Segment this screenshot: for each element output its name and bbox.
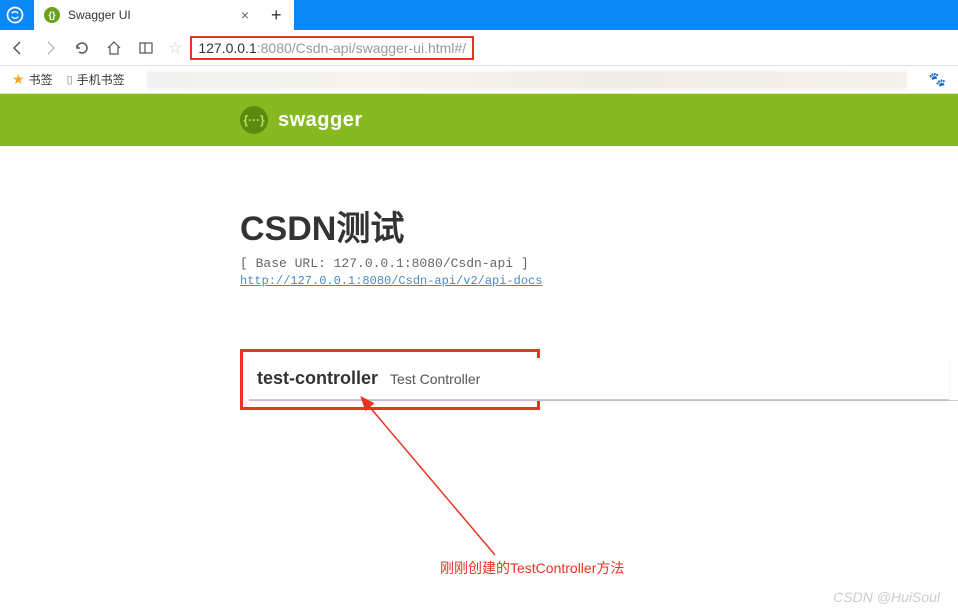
controller-section: test-controller Test Controller: [240, 349, 958, 410]
controller-highlight-box: test-controller Test Controller: [240, 349, 540, 410]
new-tab-button[interactable]: +: [259, 0, 294, 30]
blurred-bookmarks: [147, 71, 907, 89]
tab-favicon-icon: {}: [44, 7, 60, 23]
forward-button[interactable]: [40, 38, 60, 58]
main-content: CSDN测试 [ Base URL: 127.0.0.1:8080/Csdn-a…: [0, 146, 958, 410]
panel-button[interactable]: [136, 38, 156, 58]
bookmark-bar: ★ 书签 ▯ 手机书签 🐾: [0, 66, 958, 94]
api-docs-link[interactable]: http://127.0.0.1:8080/Csdn-api/v2/api-do…: [240, 274, 542, 288]
reload-button[interactable]: [72, 38, 92, 58]
url-path: /Csdn-api/swagger-ui.html#/: [292, 40, 466, 56]
star-icon: ★: [12, 71, 25, 88]
url-highlight-box: 127.0.0.1:8080/Csdn-api/swagger-ui.html#…: [190, 36, 474, 60]
swagger-logo-icon: {···}: [240, 106, 268, 134]
base-url: [ Base URL: 127.0.0.1:8080/Csdn-api ]: [240, 256, 958, 271]
watermark: CSDN @HuiSoul: [833, 589, 940, 605]
home-button[interactable]: [104, 38, 124, 58]
mobile-bookmark-label: 手机书签: [77, 71, 125, 88]
app-icon: [0, 0, 30, 30]
mobile-bookmark[interactable]: ▯ 手机书签: [67, 71, 125, 88]
api-title: CSDN测试: [240, 201, 958, 250]
favorite-star-icon[interactable]: ☆: [168, 38, 182, 58]
phone-icon: ▯: [67, 73, 73, 86]
url-port: :8080: [257, 40, 292, 56]
controller-row[interactable]: test-controller Test Controller: [249, 358, 949, 400]
address-bar[interactable]: ☆ 127.0.0.1:8080/Csdn-api/swagger-ui.htm…: [168, 36, 950, 60]
back-button[interactable]: [8, 38, 28, 58]
tab-close-icon[interactable]: ×: [241, 7, 249, 23]
nav-bar: ☆ 127.0.0.1:8080/Csdn-api/swagger-ui.htm…: [0, 30, 958, 66]
tab-title: Swagger UI: [68, 8, 233, 22]
bookmark-folder[interactable]: ★ 书签: [12, 71, 53, 88]
swagger-header: {···} swagger: [0, 94, 958, 146]
browser-tab[interactable]: {} Swagger UI ×: [34, 0, 259, 30]
paw-icon[interactable]: 🐾: [929, 71, 946, 88]
url-host: 127.0.0.1: [198, 40, 256, 56]
browser-titlebar: {} Swagger UI × +: [0, 0, 958, 30]
annotation-arrow: [350, 395, 550, 570]
controller-name: test-controller: [257, 368, 378, 389]
bookmark-label: 书签: [29, 71, 53, 88]
swagger-brand: swagger: [278, 109, 363, 132]
annotation-text: 刚刚创建的TestController方法: [440, 558, 624, 578]
controller-description: Test Controller: [390, 371, 480, 387]
